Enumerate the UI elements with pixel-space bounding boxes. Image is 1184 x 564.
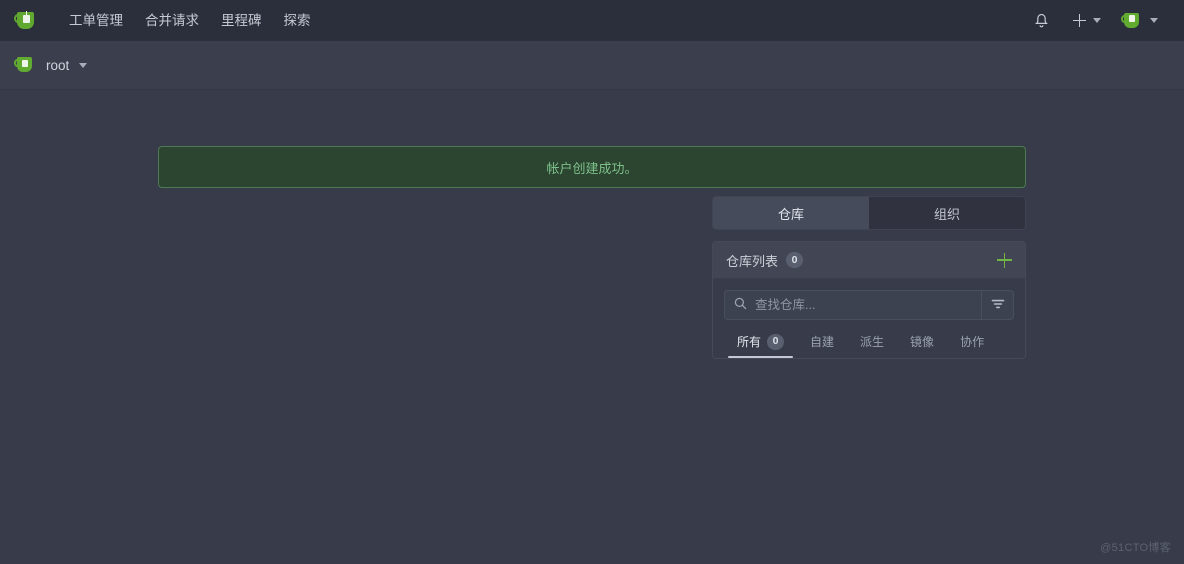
filter-tab-collaborative[interactable]: 协作 xyxy=(947,333,997,358)
flash-success-message: 帐户创建成功。 xyxy=(158,146,1026,188)
filter-tab-forks[interactable]: 派生 xyxy=(847,333,897,358)
notifications-button[interactable] xyxy=(1020,0,1063,41)
filter-tab-forks-label: 派生 xyxy=(860,335,885,349)
plus-icon xyxy=(1073,14,1086,27)
tab-repositories[interactable]: 仓库 xyxy=(713,197,869,229)
create-new-button[interactable] xyxy=(1063,0,1111,41)
repository-count-badge: 0 xyxy=(786,252,804,268)
context-switcher-bar: root xyxy=(0,41,1184,90)
chevron-down-icon xyxy=(1093,18,1101,23)
filter-tab-own-label: 自建 xyxy=(810,335,835,349)
search-icon xyxy=(734,297,747,313)
context-switcher-dropdown[interactable]: root xyxy=(14,56,88,74)
current-username: root xyxy=(46,57,70,73)
tab-organizations[interactable]: 组织 xyxy=(869,197,1025,229)
top-navbar: 工单管理 合并请求 里程碑 探索 xyxy=(0,0,1184,41)
navbar-right-group xyxy=(1020,0,1168,41)
main-content: 帐户创建成功。 仓库 组织 仓库列表 0 查找仓库... 所有 0 自建 派生 … xyxy=(0,90,1184,563)
filter-tab-all-label: 所有 xyxy=(737,335,762,349)
filter-tab-all-count: 0 xyxy=(767,333,785,350)
repository-filter-tabs: 所有 0 自建 派生 镜像 协作 xyxy=(724,320,1014,358)
bell-icon xyxy=(1034,13,1049,29)
nav-item-issues[interactable]: 工单管理 xyxy=(58,0,134,41)
new-repository-plus-icon[interactable] xyxy=(997,252,1012,268)
repository-search-input[interactable] xyxy=(755,298,972,312)
user-avatar-teacup-icon xyxy=(14,56,36,74)
user-avatar-teacup-icon xyxy=(1121,12,1143,30)
nav-item-explore[interactable]: 探索 xyxy=(273,0,322,41)
logo-teabag xyxy=(22,14,30,23)
repository-search-box[interactable] xyxy=(724,290,981,320)
chevron-down-icon xyxy=(79,62,88,68)
dashboard-right-column: 仓库 组织 仓库列表 0 查找仓库... 所有 0 自建 派生 镜像 协作 xyxy=(712,196,1026,359)
nav-item-pull-requests[interactable]: 合并请求 xyxy=(134,0,210,41)
filter-tab-mirrors-label: 镜像 xyxy=(910,335,935,349)
avatar-teabag xyxy=(21,59,28,67)
filter-tab-mirrors[interactable]: 镜像 xyxy=(897,333,947,358)
scope-tab-switch: 仓库 组织 xyxy=(712,196,1026,230)
repository-panel-title: 仓库列表 xyxy=(726,253,779,269)
filter-tab-all[interactable]: 所有 0 xyxy=(724,333,797,358)
avatar-teabag xyxy=(1128,15,1135,22)
repository-filter-button[interactable] xyxy=(981,290,1014,320)
watermark-text: @51CTO博客 xyxy=(1100,542,1171,554)
user-menu-button[interactable] xyxy=(1111,0,1168,41)
repository-panel-header: 仓库列表 0 xyxy=(713,242,1025,279)
repository-panel-body: 所有 0 自建 派生 镜像 协作 xyxy=(713,279,1025,358)
nav-item-milestones[interactable]: 里程碑 xyxy=(210,0,273,41)
filter-tab-own[interactable]: 自建 xyxy=(797,333,847,358)
gitea-logo-icon[interactable] xyxy=(14,10,40,31)
filter-tab-collaborative-label: 协作 xyxy=(960,335,985,349)
repository-list-panel: 仓库列表 0 查找仓库... 所有 0 自建 派生 镜像 协作 xyxy=(712,241,1026,359)
filter-icon xyxy=(991,298,1005,313)
chevron-down-icon xyxy=(1150,18,1158,23)
flash-message-text: 帐户创建成功。 xyxy=(546,160,638,176)
navbar-left-group: 工单管理 合并请求 里程碑 探索 xyxy=(14,0,322,41)
repository-search-row xyxy=(724,290,1014,320)
